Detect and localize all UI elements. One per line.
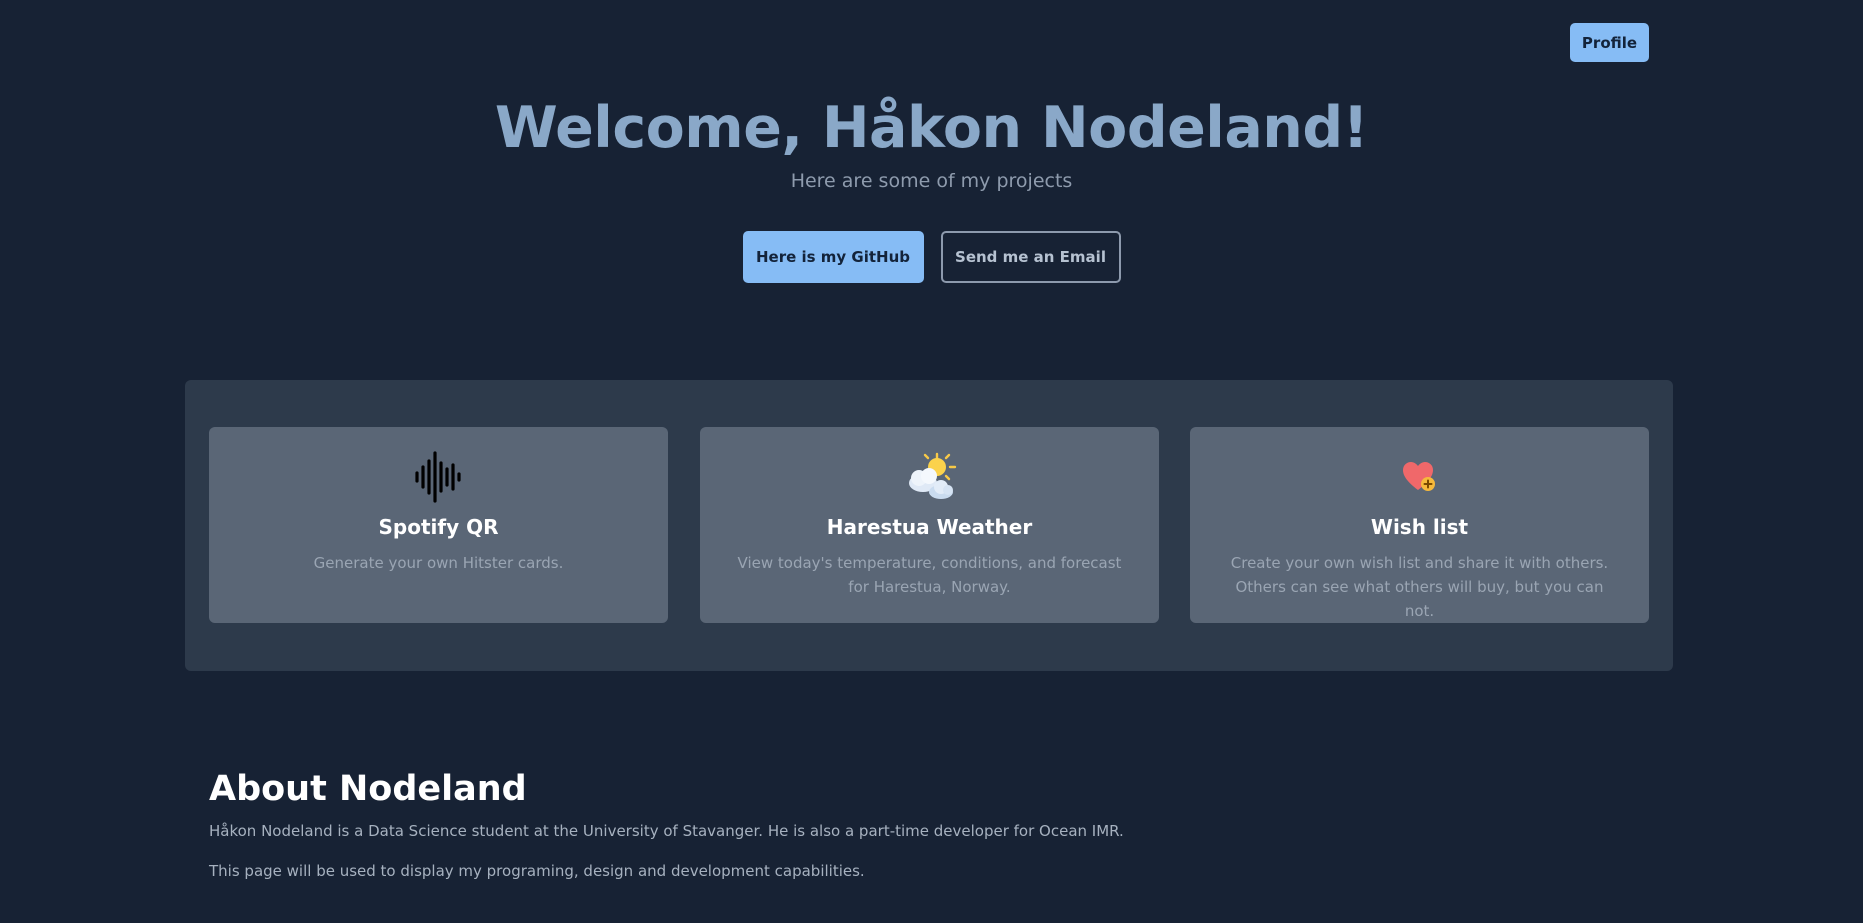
- card-description: Create your own wish list and share it w…: [1230, 554, 1609, 620]
- email-button[interactable]: Send me an Email: [940, 231, 1121, 283]
- project-card-wish-list[interactable]: Wish list Create your own wish list and …: [1190, 427, 1649, 623]
- card-title: Spotify QR: [378, 515, 499, 539]
- card-description: View today's temperature, conditions, an…: [737, 554, 1122, 596]
- hero-section: Welcome, Håkon Nodeland! Here are some o…: [0, 90, 1863, 192]
- about-paragraph-1: Håkon Nodeland is a Data Science student…: [209, 822, 1124, 840]
- page-title: Welcome, Håkon Nodeland!: [494, 95, 1369, 161]
- about-paragraph-2: This page will be used to display my pro…: [209, 862, 865, 880]
- projects-panel: Spotify QR Generate your own Hitster car…: [185, 380, 1673, 671]
- about-title: About Nodeland: [209, 769, 527, 809]
- page-subtitle: Here are some of my projects: [790, 170, 1073, 192]
- card-title: Wish list: [1370, 515, 1469, 539]
- project-card-harestua-weather[interactable]: Harestua Weather View today's temperatur…: [700, 427, 1159, 623]
- page: Profile Welcome, Håkon Nodeland! Here ar…: [0, 0, 1863, 923]
- github-button[interactable]: Here is my GitHub: [742, 231, 924, 283]
- sun-behind-cloud-icon: [700, 451, 1159, 503]
- project-card-spotify-qr[interactable]: Spotify QR Generate your own Hitster car…: [209, 427, 668, 623]
- card-title: Harestua Weather: [826, 515, 1033, 539]
- soundwave-icon: [209, 451, 668, 503]
- hero-actions: Here is my GitHub Send me an Email: [0, 231, 1863, 283]
- card-description: Generate your own Hitster cards.: [313, 554, 564, 572]
- heart-plus-icon: [1190, 451, 1649, 503]
- profile-button[interactable]: Profile: [1570, 23, 1649, 62]
- about-section: About Nodeland Håkon Nodeland is a Data …: [209, 765, 1609, 881]
